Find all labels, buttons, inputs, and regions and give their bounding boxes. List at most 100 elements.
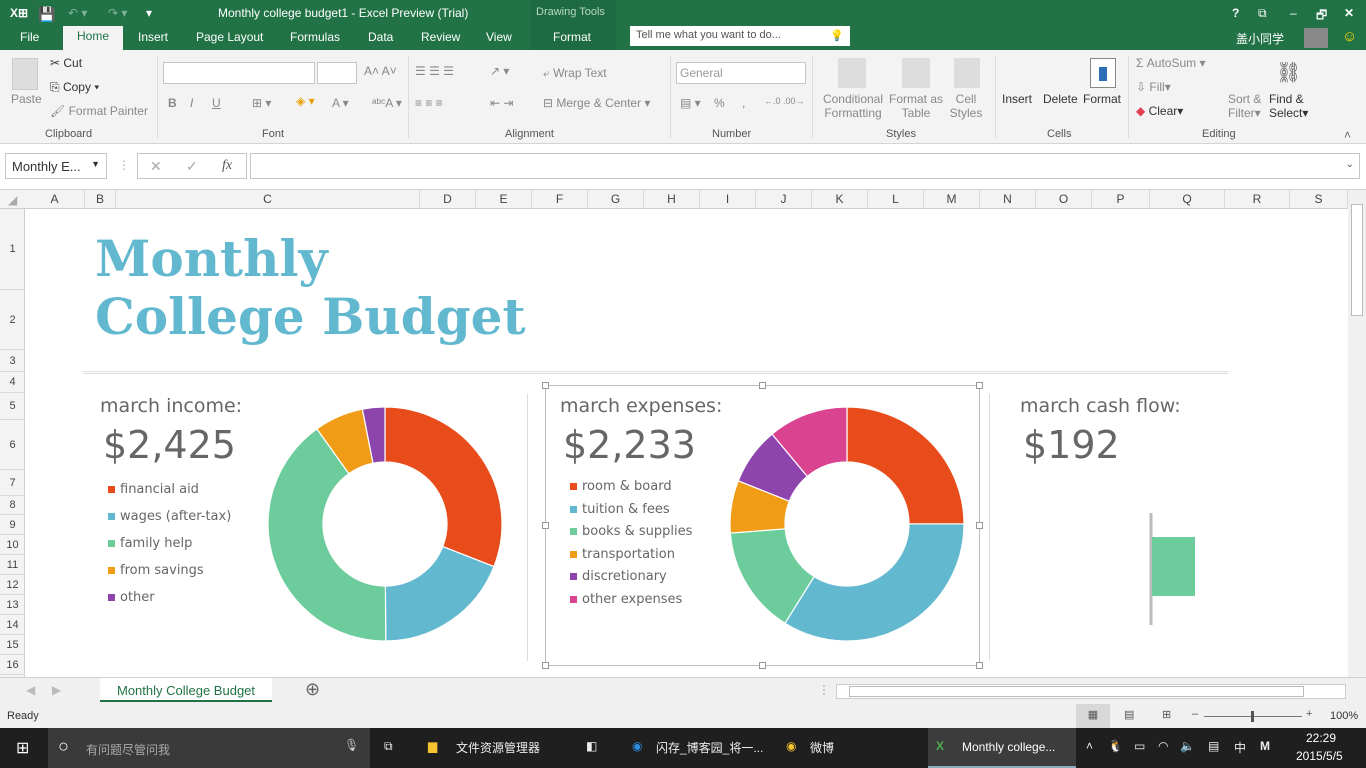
column-header[interactable]: E	[476, 190, 532, 209]
ime-indicator[interactable]: 中	[1234, 739, 1246, 756]
format-painter-button[interactable]: 🖌 Format Painter	[50, 104, 148, 118]
tab-home[interactable]: Home	[63, 26, 124, 50]
taskbar-item-browser[interactable]: 闪存_博客园_将一...	[656, 739, 763, 756]
row-header[interactable]: 9	[0, 515, 25, 535]
page-layout-view-icon[interactable]: ▤	[1124, 708, 1134, 721]
clock-date[interactable]: 2015/5/5	[1296, 749, 1343, 763]
fill-button[interactable]: ⇩ Fill▾	[1136, 80, 1171, 94]
collapse-ribbon-icon[interactable]: ˄	[1344, 128, 1351, 142]
column-header[interactable]: D	[420, 190, 476, 209]
tab-file[interactable]: File	[20, 28, 39, 46]
browser-icon[interactable]: ◉	[632, 739, 642, 753]
row-header[interactable]: 10	[0, 535, 25, 555]
resize-handle[interactable]	[976, 382, 983, 389]
qq-icon[interactable]: 🐧	[1108, 739, 1123, 753]
copy-button[interactable]: ⎘ Copy ▾	[50, 80, 99, 95]
zoom-level[interactable]: 100%	[1330, 710, 1358, 722]
resize-handle[interactable]	[542, 382, 549, 389]
underline-button[interactable]: U	[212, 96, 221, 110]
microphone-icon[interactable]: 🎙	[344, 738, 359, 752]
align-top-icon[interactable]: ☰ ☰ ☰	[415, 64, 454, 78]
ribbon-display-button[interactable]: ⧉	[1258, 6, 1267, 21]
italic-button[interactable]: I	[190, 96, 193, 110]
column-header[interactable]: O	[1036, 190, 1092, 209]
normal-view-icon[interactable]: ▦	[1076, 704, 1110, 728]
tab-data[interactable]: Data	[368, 28, 393, 46]
task-view-icon[interactable]: ⧉	[384, 739, 393, 754]
resize-handle[interactable]	[759, 662, 766, 669]
resize-handle[interactable]	[976, 522, 983, 529]
vertical-scrollbar[interactable]	[1348, 190, 1366, 677]
row-header[interactable]: 2	[0, 290, 25, 350]
horizontal-scroll-thumb[interactable]	[849, 686, 1304, 697]
indent-icon[interactable]: ⇤ ⇥	[490, 96, 513, 110]
decimal-icon[interactable]: ←.0 .00→	[764, 96, 805, 106]
select-all-icon[interactable]: ◢	[8, 193, 17, 207]
expenses-donut-chart[interactable]	[727, 404, 967, 644]
cashflow-bar-chart[interactable]	[1115, 509, 1195, 629]
split-handle[interactable]: ⋮	[818, 683, 830, 697]
taskbar-item-explorer[interactable]: 文件资源管理器	[456, 739, 540, 756]
column-header[interactable]: R	[1225, 190, 1290, 209]
donut-slice-room-board[interactable]	[846, 406, 965, 525]
store-icon[interactable]: ◧	[586, 739, 597, 753]
wifi-icon[interactable]: ◠	[1158, 739, 1168, 753]
row-header[interactable]: 5	[0, 393, 25, 420]
insert-cells-button[interactable]: Insert	[1002, 92, 1032, 106]
battery-icon[interactable]: ▭	[1134, 739, 1145, 753]
column-header[interactable]: L	[868, 190, 924, 209]
column-header[interactable]: K	[812, 190, 868, 209]
column-header[interactable]: I	[700, 190, 756, 209]
cashflow-bar[interactable]	[1152, 537, 1195, 596]
row-header[interactable]: 16	[0, 655, 25, 675]
format-cells-button[interactable]: Format	[1083, 92, 1121, 106]
income-donut-chart[interactable]	[265, 404, 505, 644]
column-header[interactable]: N	[980, 190, 1036, 209]
row-header[interactable]: 3	[0, 350, 25, 372]
name-box[interactable]: Monthly E... ▼	[5, 153, 107, 179]
avatar[interactable]	[1304, 28, 1328, 48]
user-name[interactable]: 盖小同学	[1236, 28, 1284, 49]
font-name-select[interactable]	[163, 62, 315, 84]
close-button[interactable]: ✕	[1344, 6, 1354, 20]
redo-icon[interactable]: ↷ ▾	[108, 6, 127, 20]
restore-button[interactable]: 🗗	[1316, 6, 1327, 27]
fill-color-icon[interactable]: ◈ ▾	[296, 94, 315, 108]
column-header[interactable]: Q	[1150, 190, 1225, 209]
tab-insert[interactable]: Insert	[138, 28, 168, 46]
clock-time[interactable]: 22:29	[1306, 731, 1336, 745]
merge-center-button[interactable]: ⊟ Merge & Center ▾	[543, 96, 650, 110]
number-format-select[interactable]: General	[676, 62, 806, 84]
column-header[interactable]: M	[924, 190, 980, 209]
donut-slice-financial-aid[interactable]	[384, 406, 503, 568]
donut-slice-wages-after-tax-[interactable]	[384, 545, 495, 642]
horizontal-scrollbar[interactable]	[836, 684, 1346, 699]
help-button[interactable]: ?	[1232, 6, 1239, 20]
file-explorer-icon[interactable]: ▆	[428, 739, 437, 753]
smiley-feedback-icon[interactable]: ☺	[1342, 28, 1357, 45]
percent-button[interactable]: %	[714, 96, 725, 110]
comma-button[interactable]: ,	[742, 96, 745, 110]
zoom-slider-thumb[interactable]	[1251, 711, 1254, 722]
grow-font-icon[interactable]: A˄ A˅	[364, 64, 397, 78]
row-header[interactable]: 7	[0, 470, 25, 496]
new-sheet-button[interactable]: ⊕	[305, 679, 320, 700]
column-header[interactable]: G	[588, 190, 644, 209]
borders-icon[interactable]: ⊞ ▾	[252, 96, 271, 110]
resize-handle[interactable]	[976, 662, 983, 669]
weibo-icon[interactable]: ◉	[786, 739, 796, 753]
row-header[interactable]: 1	[0, 209, 25, 290]
row-header[interactable]: 4	[0, 372, 25, 393]
conditional-formatting-button[interactable]: Conditional Formatting	[820, 92, 886, 120]
tab-formulas[interactable]: Formulas	[290, 28, 340, 46]
insert-function-button[interactable]: fx	[222, 158, 232, 174]
customize-qat-icon[interactable]: ▾	[146, 6, 152, 20]
column-header[interactable]: P	[1092, 190, 1150, 209]
tray-overflow-icon[interactable]: ˄	[1086, 739, 1093, 753]
column-header[interactable]: H	[644, 190, 700, 209]
row-header[interactable]: 14	[0, 615, 25, 635]
row-header[interactable]: 8	[0, 496, 25, 515]
column-header[interactable]: C	[116, 190, 420, 209]
minimize-button[interactable]: –	[1290, 6, 1297, 20]
column-header[interactable]: J	[756, 190, 812, 209]
